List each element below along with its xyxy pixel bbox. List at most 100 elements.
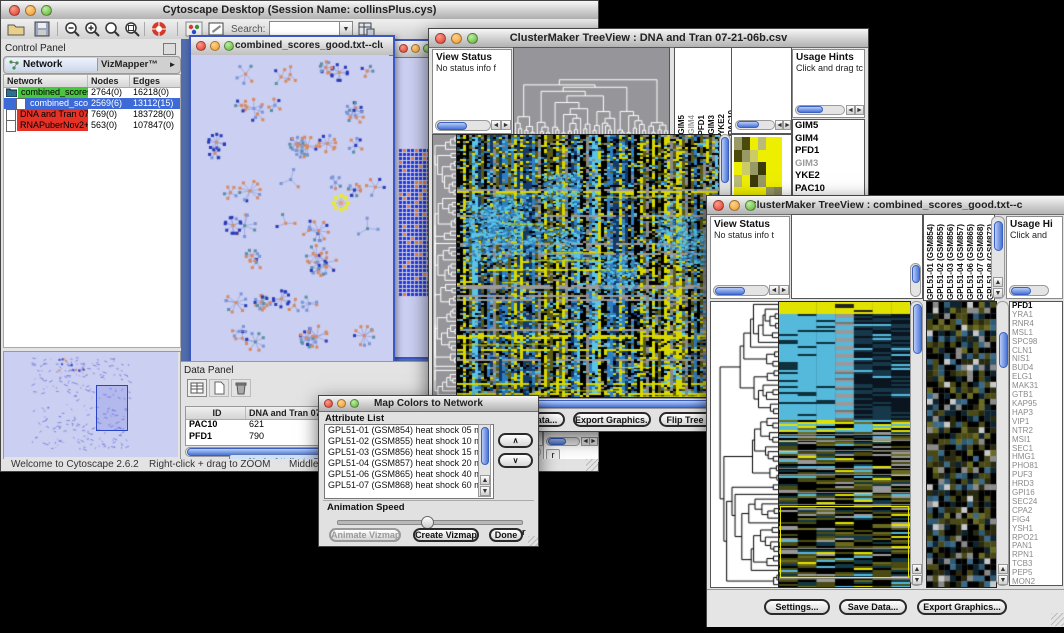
view-status-hscrollbar[interactable] — [713, 285, 769, 296]
scroll-left-arrow[interactable]: ◄ — [846, 105, 855, 115]
scrollbar-thumb[interactable] — [548, 438, 566, 445]
move-up-button[interactable]: ∧ — [498, 433, 533, 448]
minimize-button[interactable] — [729, 200, 740, 211]
tv2-zoom-vscrollbar[interactable]: ▲ ▼ — [996, 301, 1009, 586]
network-overview-thumbnail[interactable] — [4, 352, 178, 457]
attribute-list-item[interactable]: GPL51-07 (GSM868) heat shock 60 min — [325, 480, 493, 491]
usage-hints-hscrollbar[interactable] — [1009, 285, 1049, 296]
scrollbar-thumb[interactable] — [797, 106, 823, 113]
animate-vizmap-button[interactable]: Animate Vizmap — [329, 528, 401, 542]
scroll-right-arrow[interactable]: ► — [783, 120, 791, 130]
resize-grip[interactable] — [586, 459, 598, 471]
scrollbar-thumb[interactable] — [715, 287, 745, 295]
scrollbar-thumb[interactable] — [737, 121, 759, 128]
close-button[interactable] — [399, 44, 408, 53]
move-down-button[interactable]: ∨ — [498, 453, 533, 468]
treeview1-titlebar[interactable]: ClusterMaker TreeView : DNA and Tran 07-… — [429, 29, 868, 48]
network-overview-panel[interactable] — [3, 351, 181, 460]
float-panel-icon[interactable] — [163, 43, 176, 55]
zoom-button[interactable] — [41, 5, 52, 16]
attribute-list-item[interactable]: GPL51-02 (GSM855) heat shock 10 min — [325, 436, 493, 447]
close-button[interactable] — [713, 200, 724, 211]
delete-attribute-trash-icon[interactable] — [231, 379, 251, 397]
zoom-out-icon[interactable] — [63, 21, 81, 37]
close-button[interactable] — [196, 41, 206, 51]
attribute-list-item[interactable]: GPL51-06 (GSM865) heat shock 40 min — [325, 469, 493, 480]
zoom-button[interactable] — [224, 41, 234, 51]
minimize-button[interactable] — [451, 33, 462, 44]
zoom-fit-icon[interactable] — [123, 21, 141, 37]
table-mode-icon[interactable] — [187, 379, 207, 397]
attribute-list-item[interactable]: GPL51-03 (GSM856) heat shock 15 min — [325, 447, 493, 458]
tv1-column-dendrogram[interactable] — [513, 47, 670, 136]
scroll-down-arrow[interactable]: ▼ — [480, 486, 490, 496]
zoom-hscrollbar[interactable] — [735, 120, 775, 130]
minimize-button[interactable] — [210, 41, 220, 51]
scroll-up-arrow[interactable]: ▲ — [998, 564, 1008, 574]
minimize-button[interactable] — [25, 5, 36, 16]
resize-grip[interactable] — [1051, 613, 1064, 626]
export-graphics-button[interactable]: Export Graphics... — [917, 599, 1007, 615]
scroll-left-arrow[interactable]: ◄ — [769, 285, 779, 295]
scrollbar-thumb[interactable] — [999, 332, 1008, 368]
search-input[interactable] — [269, 21, 341, 36]
animation-speed-slider[interactable] — [337, 516, 521, 526]
scroll-up-arrow[interactable]: ▲ — [993, 277, 1003, 287]
attribute-list-vscrollbar[interactable]: ▲ ▼ — [478, 424, 491, 497]
done-button[interactable]: Done — [489, 528, 523, 542]
scroll-right-arrow[interactable]: ► — [855, 105, 864, 115]
attribute-list-item[interactable]: GPL51-01 (GSM854) heat shock 05 min — [325, 425, 493, 436]
zoom-in-icon[interactable] — [83, 21, 101, 37]
col-dendro-vscrollbar[interactable] — [910, 263, 921, 297]
tv2-row-dendrogram[interactable] — [710, 301, 780, 588]
close-button[interactable] — [9, 5, 20, 16]
scrollbar-thumb[interactable] — [1011, 287, 1031, 295]
close-button[interactable] — [324, 399, 333, 408]
scroll-up-arrow[interactable]: ▲ — [480, 475, 490, 485]
scrollbar-thumb[interactable] — [437, 122, 467, 130]
tabs-overflow-arrow[interactable]: ► — [166, 58, 179, 71]
tv2-column-dendrogram[interactable] — [791, 214, 923, 299]
col-header-network[interactable]: Network — [4, 75, 88, 87]
attribute-list-item[interactable]: GPL51-04 (GSM857) heat shock 20 min — [325, 458, 493, 469]
col-header-edges[interactable]: Edges — [130, 75, 180, 87]
network-row[interactable]: DNA and Tran 07 769(0) 183728(0) — [4, 109, 180, 120]
close-button[interactable] — [435, 33, 446, 44]
minimize-button[interactable] — [411, 44, 420, 53]
scroll-down-arrow[interactable]: ▼ — [993, 288, 1003, 298]
scrollbar-thumb[interactable] — [913, 304, 922, 354]
tab-network[interactable]: Network — [5, 58, 98, 71]
new-attribute-icon[interactable] — [209, 379, 229, 397]
overview-viewport-rect[interactable] — [96, 385, 128, 431]
usage-hints-hscrollbar[interactable] — [795, 105, 845, 115]
export-graphics-button[interactable]: Export Graphics... — [573, 412, 651, 427]
zoom-button[interactable] — [350, 399, 359, 408]
scrollbar-thumb[interactable] — [912, 265, 920, 283]
zoom-selected-icon[interactable] — [103, 21, 121, 37]
network-row[interactable]: combined_scores 2764(0) 16218(0) — [4, 87, 180, 98]
scroll-right-arrow[interactable]: ► — [589, 437, 598, 446]
scrollbar-thumb[interactable] — [721, 137, 729, 183]
tv2-heatmap-selection[interactable] — [780, 506, 909, 578]
view-status-hscrollbar[interactable] — [435, 120, 491, 131]
save-data-button[interactable]: Save Data... — [839, 599, 907, 615]
treeview2-titlebar[interactable]: ClusterMaker TreeView : combined_scores_… — [707, 196, 1064, 215]
col-header-nodes[interactable]: Nodes — [88, 75, 130, 87]
tv2-zoom-heatmap[interactable] — [926, 301, 997, 588]
tv2-header-vscrollbar[interactable]: ▲ ▼ — [991, 216, 1005, 299]
dialog-titlebar[interactable]: Map Colors to Network — [319, 396, 538, 412]
help-lifesaver-icon[interactable] — [150, 21, 168, 37]
scroll-left-arrow[interactable]: ◄ — [491, 120, 501, 130]
scroll-down-arrow[interactable]: ▼ — [912, 575, 922, 585]
scrollbar-thumb[interactable] — [481, 427, 489, 465]
col-header-id[interactable]: ID — [186, 407, 246, 419]
scroll-up-arrow[interactable]: ▲ — [912, 564, 922, 574]
scroll-right-arrow[interactable]: ► — [779, 285, 789, 295]
minimize-button[interactable] — [337, 399, 346, 408]
zoom-button[interactable] — [467, 33, 478, 44]
scroll-right-arrow[interactable]: ► — [501, 120, 511, 130]
main-titlebar[interactable]: Cytoscape Desktop (Session Name: collins… — [1, 1, 598, 20]
scrollbar-thumb[interactable] — [994, 221, 1003, 251]
scroll-left-arrow[interactable]: ◄ — [775, 120, 783, 130]
network-row-selected[interactable]: combined_sco 2569(6) 13112(15) — [4, 98, 180, 109]
